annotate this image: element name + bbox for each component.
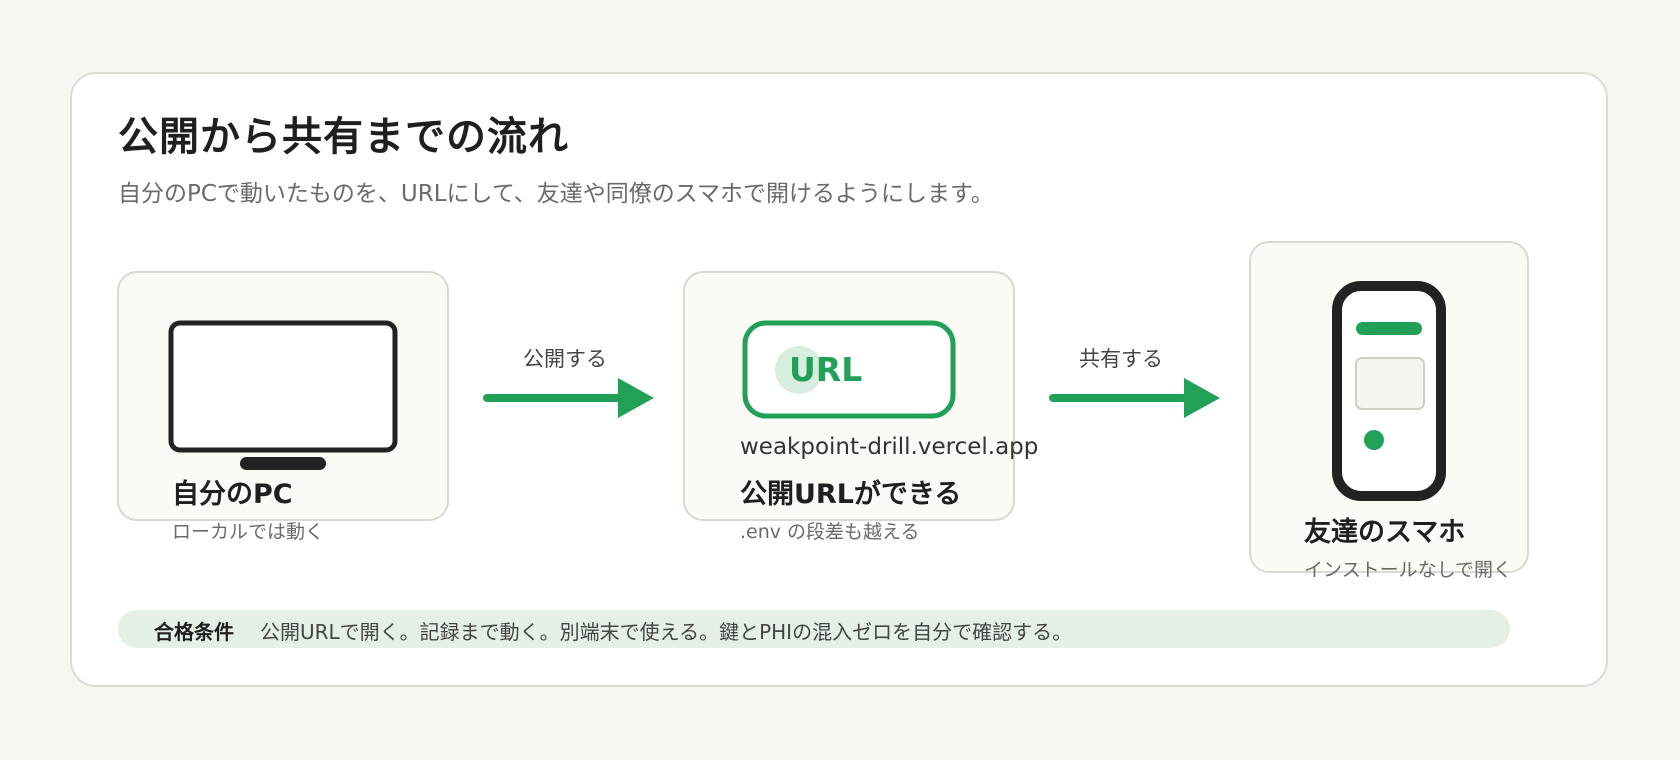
step-label-phone: 友達のスマホ: [1304, 517, 1466, 548]
step-sub-pc: ローカルでは動く: [172, 521, 325, 543]
step-label-url: 公開URLができる: [740, 479, 962, 510]
url-domain-text: weakpoint-drill.vercel.app: [740, 434, 1039, 460]
step-label-pc: 自分のPC: [172, 479, 293, 510]
arrow-label-publish: 公開する: [523, 347, 607, 371]
arrow-share: [1049, 378, 1220, 418]
condition-text: 公開URLで開く。記録まで動く。別端末で使える。鍵とPHIの混入ゼロを自分で確認…: [260, 620, 1073, 644]
step-sub-url: .env の段差も越える: [740, 521, 920, 543]
arrow-label-share: 共有する: [1079, 347, 1163, 371]
condition-label: 合格条件: [154, 620, 234, 644]
arrow-publish: [483, 378, 654, 418]
monitor-icon: [168, 320, 398, 470]
step-sub-phone: インストールなしで開く: [1304, 559, 1513, 581]
url-badge-text: URL: [789, 350, 863, 389]
smartphone-icon: [1332, 281, 1446, 501]
